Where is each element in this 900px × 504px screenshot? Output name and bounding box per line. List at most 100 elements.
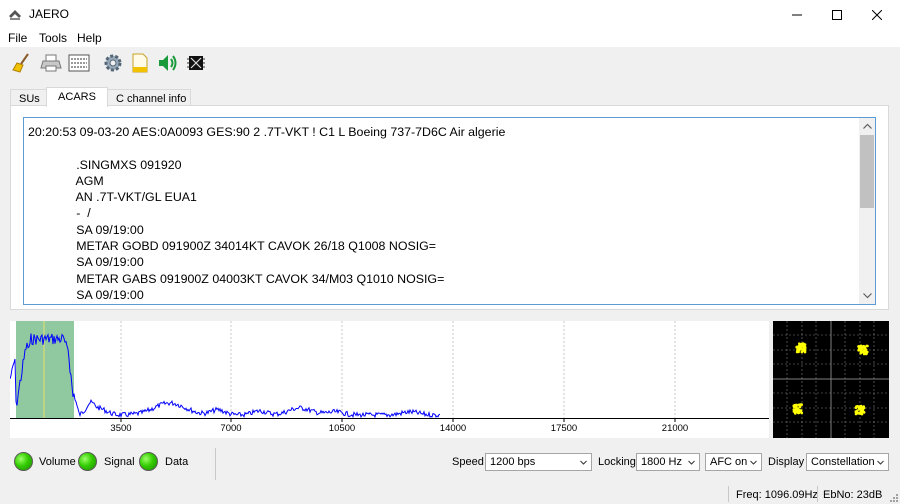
spectrum-ticks: 3500 7000 10500 14000 17500 21000 xyxy=(110,418,688,434)
acars-log-line: .SINGMXS 091920 xyxy=(28,157,182,172)
acars-log-line: AGM xyxy=(28,173,104,188)
minimize-icon xyxy=(792,14,802,15)
constellation-point xyxy=(800,342,803,346)
constellation-point xyxy=(862,344,865,348)
separator xyxy=(215,448,216,480)
scroll-down-button[interactable] xyxy=(859,288,875,304)
constellation-point xyxy=(864,352,867,355)
x-tick-label: 10500 xyxy=(329,423,355,434)
chip-icon xyxy=(187,56,205,70)
menu-tools[interactable]: Tools xyxy=(39,31,67,45)
spectrum-display[interactable]: 3500 7000 10500 14000 17500 21000 xyxy=(9,321,769,438)
printer-icon xyxy=(40,54,62,72)
afc-value: AFC on xyxy=(710,456,748,468)
locking-label: Locking xyxy=(598,456,636,468)
constellation-point xyxy=(796,408,800,411)
constellation-point xyxy=(860,412,864,416)
constellation-point xyxy=(794,406,798,409)
chevron-down-icon xyxy=(688,460,695,465)
speed-value: 1200 bps xyxy=(490,456,536,468)
signal-label: Signal xyxy=(104,456,135,468)
title-bar: JAERO xyxy=(0,0,900,29)
maximize-icon xyxy=(832,9,842,20)
x-tick-label: 3500 xyxy=(110,423,131,434)
acars-log-line: METAR GOBD 091900Z 34014KT CAVOK 26/18 Q… xyxy=(28,239,437,254)
binary-data-icon xyxy=(68,54,90,72)
acars-log-line: SA 09/19:00 xyxy=(28,255,144,270)
audio-button[interactable] xyxy=(156,51,180,75)
control-row: Volume Signal Data Speed 1200 bps Lockin… xyxy=(0,443,900,483)
constellation-point xyxy=(797,350,800,354)
window-title: JAERO xyxy=(29,7,70,21)
acars-log[interactable]: 20:20:53 09-03-20 AES:0A0093 GES:90 2 .7… xyxy=(23,117,876,305)
toolbar xyxy=(0,47,900,79)
locking-value: 1800 Hz xyxy=(641,456,682,468)
chevron-down-icon xyxy=(877,460,884,465)
constellation-point xyxy=(859,344,863,348)
locking-select[interactable]: 1800 Hz xyxy=(636,453,700,471)
resize-grip-icon[interactable] xyxy=(888,492,898,502)
print-button[interactable] xyxy=(39,51,63,75)
constellation-point xyxy=(862,410,865,413)
acars-log-text: 20:20:53 09-03-20 AES:0A0093 GES:90 2 .7… xyxy=(28,124,858,303)
constellation-point xyxy=(856,409,859,412)
close-icon xyxy=(872,9,882,20)
volume-led xyxy=(14,452,33,471)
data-view-button[interactable] xyxy=(67,51,91,75)
data-label: Data xyxy=(165,456,189,468)
spectrum-grid xyxy=(120,321,676,418)
log-file-button[interactable] xyxy=(128,51,152,75)
acars-panel: 20:20:53 09-03-20 AES:0A0093 GES:90 2 .7… xyxy=(10,105,889,310)
broom-icon xyxy=(12,53,29,73)
constellation-point xyxy=(858,408,862,411)
constellation-point xyxy=(795,403,798,407)
vertical-scrollbar[interactable] xyxy=(859,118,875,304)
chevron-down-icon xyxy=(580,460,587,465)
x-tick-label: 21000 xyxy=(662,423,688,434)
constellation-point xyxy=(857,345,860,348)
constellation-point xyxy=(866,344,869,348)
scroll-up-button[interactable] xyxy=(859,118,875,134)
menu-bar: File Tools Help xyxy=(0,29,900,47)
close-button[interactable] xyxy=(854,0,900,29)
app-icon xyxy=(9,10,21,20)
constellation-point xyxy=(802,347,806,351)
constellation-point xyxy=(800,345,803,348)
constellation-point xyxy=(854,406,858,410)
acars-log-line: 20:20:53 09-03-20 AES:0A0093 GES:90 2 .7… xyxy=(28,125,506,139)
document-icon xyxy=(132,53,148,73)
spectrum-plot: 3500 7000 10500 14000 17500 21000 xyxy=(9,321,769,434)
acars-log-line: AN .7T-VKT/GL EUA1 xyxy=(28,190,197,205)
acars-log-line xyxy=(28,140,858,156)
clear-button[interactable] xyxy=(10,51,34,75)
afc-select[interactable]: AFC on xyxy=(705,453,762,471)
menu-file[interactable]: File xyxy=(8,31,27,45)
constellation-point xyxy=(795,346,798,349)
constellation-point xyxy=(857,412,861,415)
constellation-grid xyxy=(773,321,889,438)
x-tick-label: 17500 xyxy=(551,423,577,434)
status-bar: Freq: 1096.09Hz EbNo: 23dB xyxy=(0,484,900,504)
chevron-down-icon xyxy=(750,460,757,465)
display-label: Display xyxy=(768,456,805,468)
constellation-point xyxy=(800,350,804,354)
chevron-up-icon xyxy=(862,123,872,129)
speed-select[interactable]: 1200 bps xyxy=(485,453,592,471)
status-separator xyxy=(728,486,729,502)
acars-log-line: METAR GABS 091900Z 04003KT CAVOK 34/M03 … xyxy=(28,271,445,286)
constellation-point xyxy=(799,403,802,406)
scroll-thumb[interactable] xyxy=(860,135,874,208)
menu-help[interactable]: Help xyxy=(77,31,102,45)
hardware-button[interactable] xyxy=(184,51,208,75)
volume-label: Volume xyxy=(39,456,76,468)
constellation-plot xyxy=(773,321,889,438)
settings-button[interactable] xyxy=(101,51,125,75)
display-select[interactable]: Constellation xyxy=(806,453,889,471)
acars-log-line: SA 09/19:00 xyxy=(28,222,144,237)
gear-icon xyxy=(104,54,122,72)
status-separator xyxy=(817,486,818,502)
ebno-readout: EbNo: 23dB xyxy=(823,489,883,501)
signal-led xyxy=(78,452,97,471)
constellation-display[interactable] xyxy=(773,321,889,438)
tab-acars[interactable]: ACARS xyxy=(46,87,108,107)
